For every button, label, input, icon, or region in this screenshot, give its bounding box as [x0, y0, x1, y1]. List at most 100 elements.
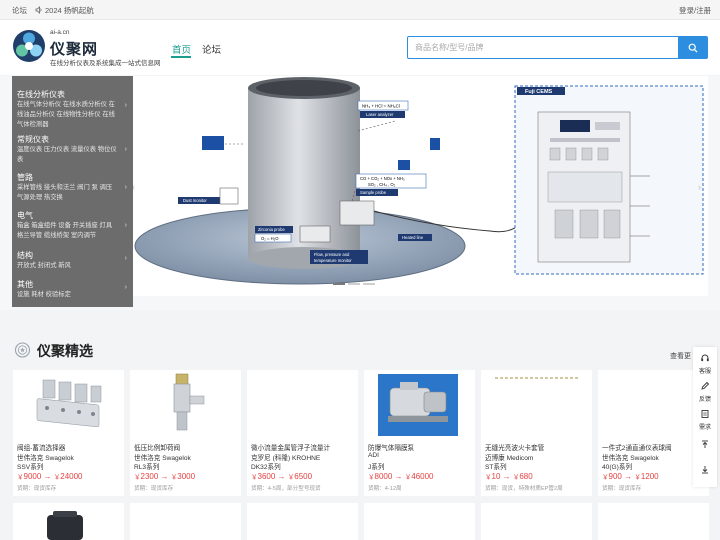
product-card[interactable]: 防爆气体隔膜泵 ADI J系列 ￥8000 → ￥46000 货期：4-12周	[364, 370, 475, 496]
back-to-top-button[interactable]	[693, 435, 717, 462]
product-image	[47, 511, 83, 540]
product-delivery: 货期：现货，特殊材质EP管2周	[485, 486, 563, 492]
carousel-dot-active[interactable]	[333, 283, 345, 285]
section-title: 仪聚精选	[37, 343, 93, 359]
product-card[interactable]	[130, 503, 241, 540]
hero-banner[interactable]: NH₃ + HCl = NH₄Cl Laser analyzer CO + CO…	[130, 76, 708, 296]
banner-label-reaction2: CO + CO₂ + NOx + NH₃	[360, 176, 405, 181]
edit-icon	[701, 381, 710, 390]
chevron-right-icon: ›	[124, 146, 127, 153]
category-sub: 采样管线 接头和法兰 阀门 泵 调压 气源处理 热交换	[17, 184, 113, 201]
product-delivery: 货期：4-12周	[368, 486, 402, 492]
product-brand: ADI	[368, 452, 379, 459]
product-card[interactable]: 无缝光亮波火卡套管 迈博康 Medicom ST系列 ￥10 → ￥680 货期…	[481, 370, 592, 496]
site-logo-icon[interactable]	[12, 29, 46, 63]
site-slogan: 在线分析仪表及系统集成一站式信息网	[50, 60, 161, 67]
floating-toolbar: 客服 反馈 需求	[693, 347, 717, 487]
product-price: ￥10 → ￥680	[485, 472, 533, 481]
login-register-link[interactable]: 登录/注册	[679, 5, 711, 16]
product-price: ￥3600 → ￥6500	[251, 472, 313, 481]
product-series: ST系列	[485, 464, 507, 471]
product-delivery: 货期：4-5周，部分型号现货	[251, 486, 321, 492]
demand-button[interactable]: 需求	[693, 405, 717, 432]
banner-label-laser: Laser analyzer	[366, 112, 394, 117]
customer-service-button[interactable]: 客服	[693, 349, 717, 376]
back-to-bottom-icon	[702, 466, 708, 474]
feedback-button[interactable]: 反馈	[693, 377, 717, 404]
category-title: 在线分析仪表	[17, 90, 65, 99]
product-card[interactable]: 阀组-蓄流选择器 世伟洛克 Swagelok SSV系列 ￥9000 → ￥24…	[13, 370, 124, 496]
product-delivery: 货期：现货库存	[602, 486, 642, 492]
banner-illustration: NH₃ + HCl = NH₄Cl Laser analyzer CO + CO…	[134, 77, 704, 285]
announcement-text[interactable]: 2024 扬帆起航	[45, 5, 94, 16]
product-series: RL3系列	[134, 464, 160, 471]
product-name: 一件式2通直通仪表球阀	[602, 445, 672, 452]
product-card[interactable]	[13, 503, 124, 540]
search-icon	[688, 43, 698, 52]
product-card[interactable]	[247, 503, 358, 540]
banner-label-flow: Flow, pressure and	[314, 252, 350, 257]
product-card[interactable]: 低压比例卸荷阀 世伟洛克 Swagelok RL3系列 ￥2300 → ￥300…	[130, 370, 241, 496]
search-input[interactable]	[407, 36, 678, 59]
banner-label-cems: Fuji CEMS	[525, 89, 553, 95]
speaker-icon	[35, 6, 42, 14]
product-card[interactable]	[598, 503, 709, 540]
banner-label-o2: O₂ = H₂O	[261, 236, 279, 241]
banner-label-reaction1: NH₃ + HCl = NH₄Cl	[362, 104, 400, 109]
category-sidebar: 在线分析仪表 在线气体分析仪 在线水质分析仪 在线油品分析仪 在线物性分析仪 在…	[12, 76, 133, 307]
see-more-link[interactable]: 查看更	[670, 351, 691, 361]
product-name: 防爆气体隔膜泵	[368, 445, 415, 452]
category-piping[interactable]: 管路 采样管线 接头和法兰 阀门 泵 调压 气源处理 热交换 ›	[12, 168, 133, 206]
product-delivery: 货期：现货库存	[134, 486, 174, 492]
chevron-right-icon: ›	[124, 184, 127, 191]
nav-home[interactable]: 首页	[172, 42, 191, 56]
carousel-next-icon[interactable]: ›	[698, 182, 701, 192]
product-name: 低压比例卸荷阀	[134, 445, 181, 452]
banner-label-flow2: temperature monitor	[314, 258, 352, 263]
category-other[interactable]: 其他 设施 耗材 校验标定 ›	[12, 276, 133, 306]
site-brand[interactable]: 仪聚网	[50, 38, 98, 59]
customer-service-label: 客服	[698, 369, 711, 375]
headset-icon	[701, 354, 709, 362]
chevron-right-icon: ›	[124, 102, 127, 109]
product-image	[247, 370, 358, 438]
topbar-forum-link[interactable]: 论坛	[12, 5, 27, 16]
product-card[interactable]: 微小流量金属管浮子流量计 克罗尼 (科隆) KROHNE DK32系列 ￥360…	[247, 370, 358, 496]
nav-forum[interactable]: 论坛	[202, 42, 221, 56]
banner-label-zirconia: Zirconia probe	[258, 227, 285, 232]
product-series: 40(G)系列	[602, 464, 633, 471]
category-title: 其他	[17, 280, 33, 289]
product-price: ￥900 → ￥1200	[602, 472, 659, 481]
demand-label: 需求	[698, 425, 711, 431]
category-structure[interactable]: 结构 开放式 封闭式 新风 ›	[12, 246, 133, 276]
product-price: ￥9000 → ￥24000	[17, 472, 83, 481]
product-name: 阀组-蓄流选择器	[17, 445, 66, 452]
product-image	[36, 379, 102, 428]
scroll-bottom-button[interactable]	[693, 461, 717, 488]
top-bar: 论坛 2024 扬帆起航 登录/注册	[0, 0, 720, 20]
category-electrical[interactable]: 电气 箱盒 箱盒组件 设备 开关插座 灯具 格兰导管 缆线桥架 室内调节 ›	[12, 206, 133, 246]
carousel-dot[interactable]	[363, 283, 375, 285]
product-name: 微小流量金属管浮子流量计	[251, 445, 331, 452]
product-card[interactable]	[481, 503, 592, 540]
category-general-instrument[interactable]: 常规仪表 温度仪表 压力仪表 流量仪表 物位仪表 ›	[12, 126, 133, 166]
site-domain: ai-a.cn	[50, 29, 70, 36]
category-title: 电气	[17, 211, 33, 220]
product-price: ￥2300 → ￥3000	[134, 472, 196, 481]
document-icon	[701, 410, 709, 418]
carousel-dot[interactable]	[348, 283, 360, 285]
product-image	[495, 377, 579, 379]
back-to-top-icon	[702, 440, 708, 448]
banner-label-sample-probe: Sample probe	[360, 190, 387, 195]
chevron-right-icon: ›	[124, 255, 127, 262]
category-sub: 温度仪表 压力仪表 流量仪表 物位仪表	[17, 146, 117, 163]
category-title: 常规仪表	[17, 135, 49, 144]
search-button[interactable]	[678, 36, 708, 59]
feedback-label: 反馈	[698, 397, 711, 403]
product-name: 无缝光亮波火卡套管	[485, 445, 545, 452]
category-sub: 箱盒 箱盒组件 设备 开关插座 灯具 格兰导管 缆线桥架 室内调节	[17, 222, 113, 239]
product-series: DK32系列	[251, 464, 281, 471]
product-card[interactable]	[364, 503, 475, 540]
chevron-right-icon: ›	[124, 284, 127, 291]
category-online-analyzer[interactable]: 在线分析仪表 在线气体分析仪 在线水质分析仪 在线油品分析仪 在线物性分析仪 在…	[12, 80, 133, 128]
